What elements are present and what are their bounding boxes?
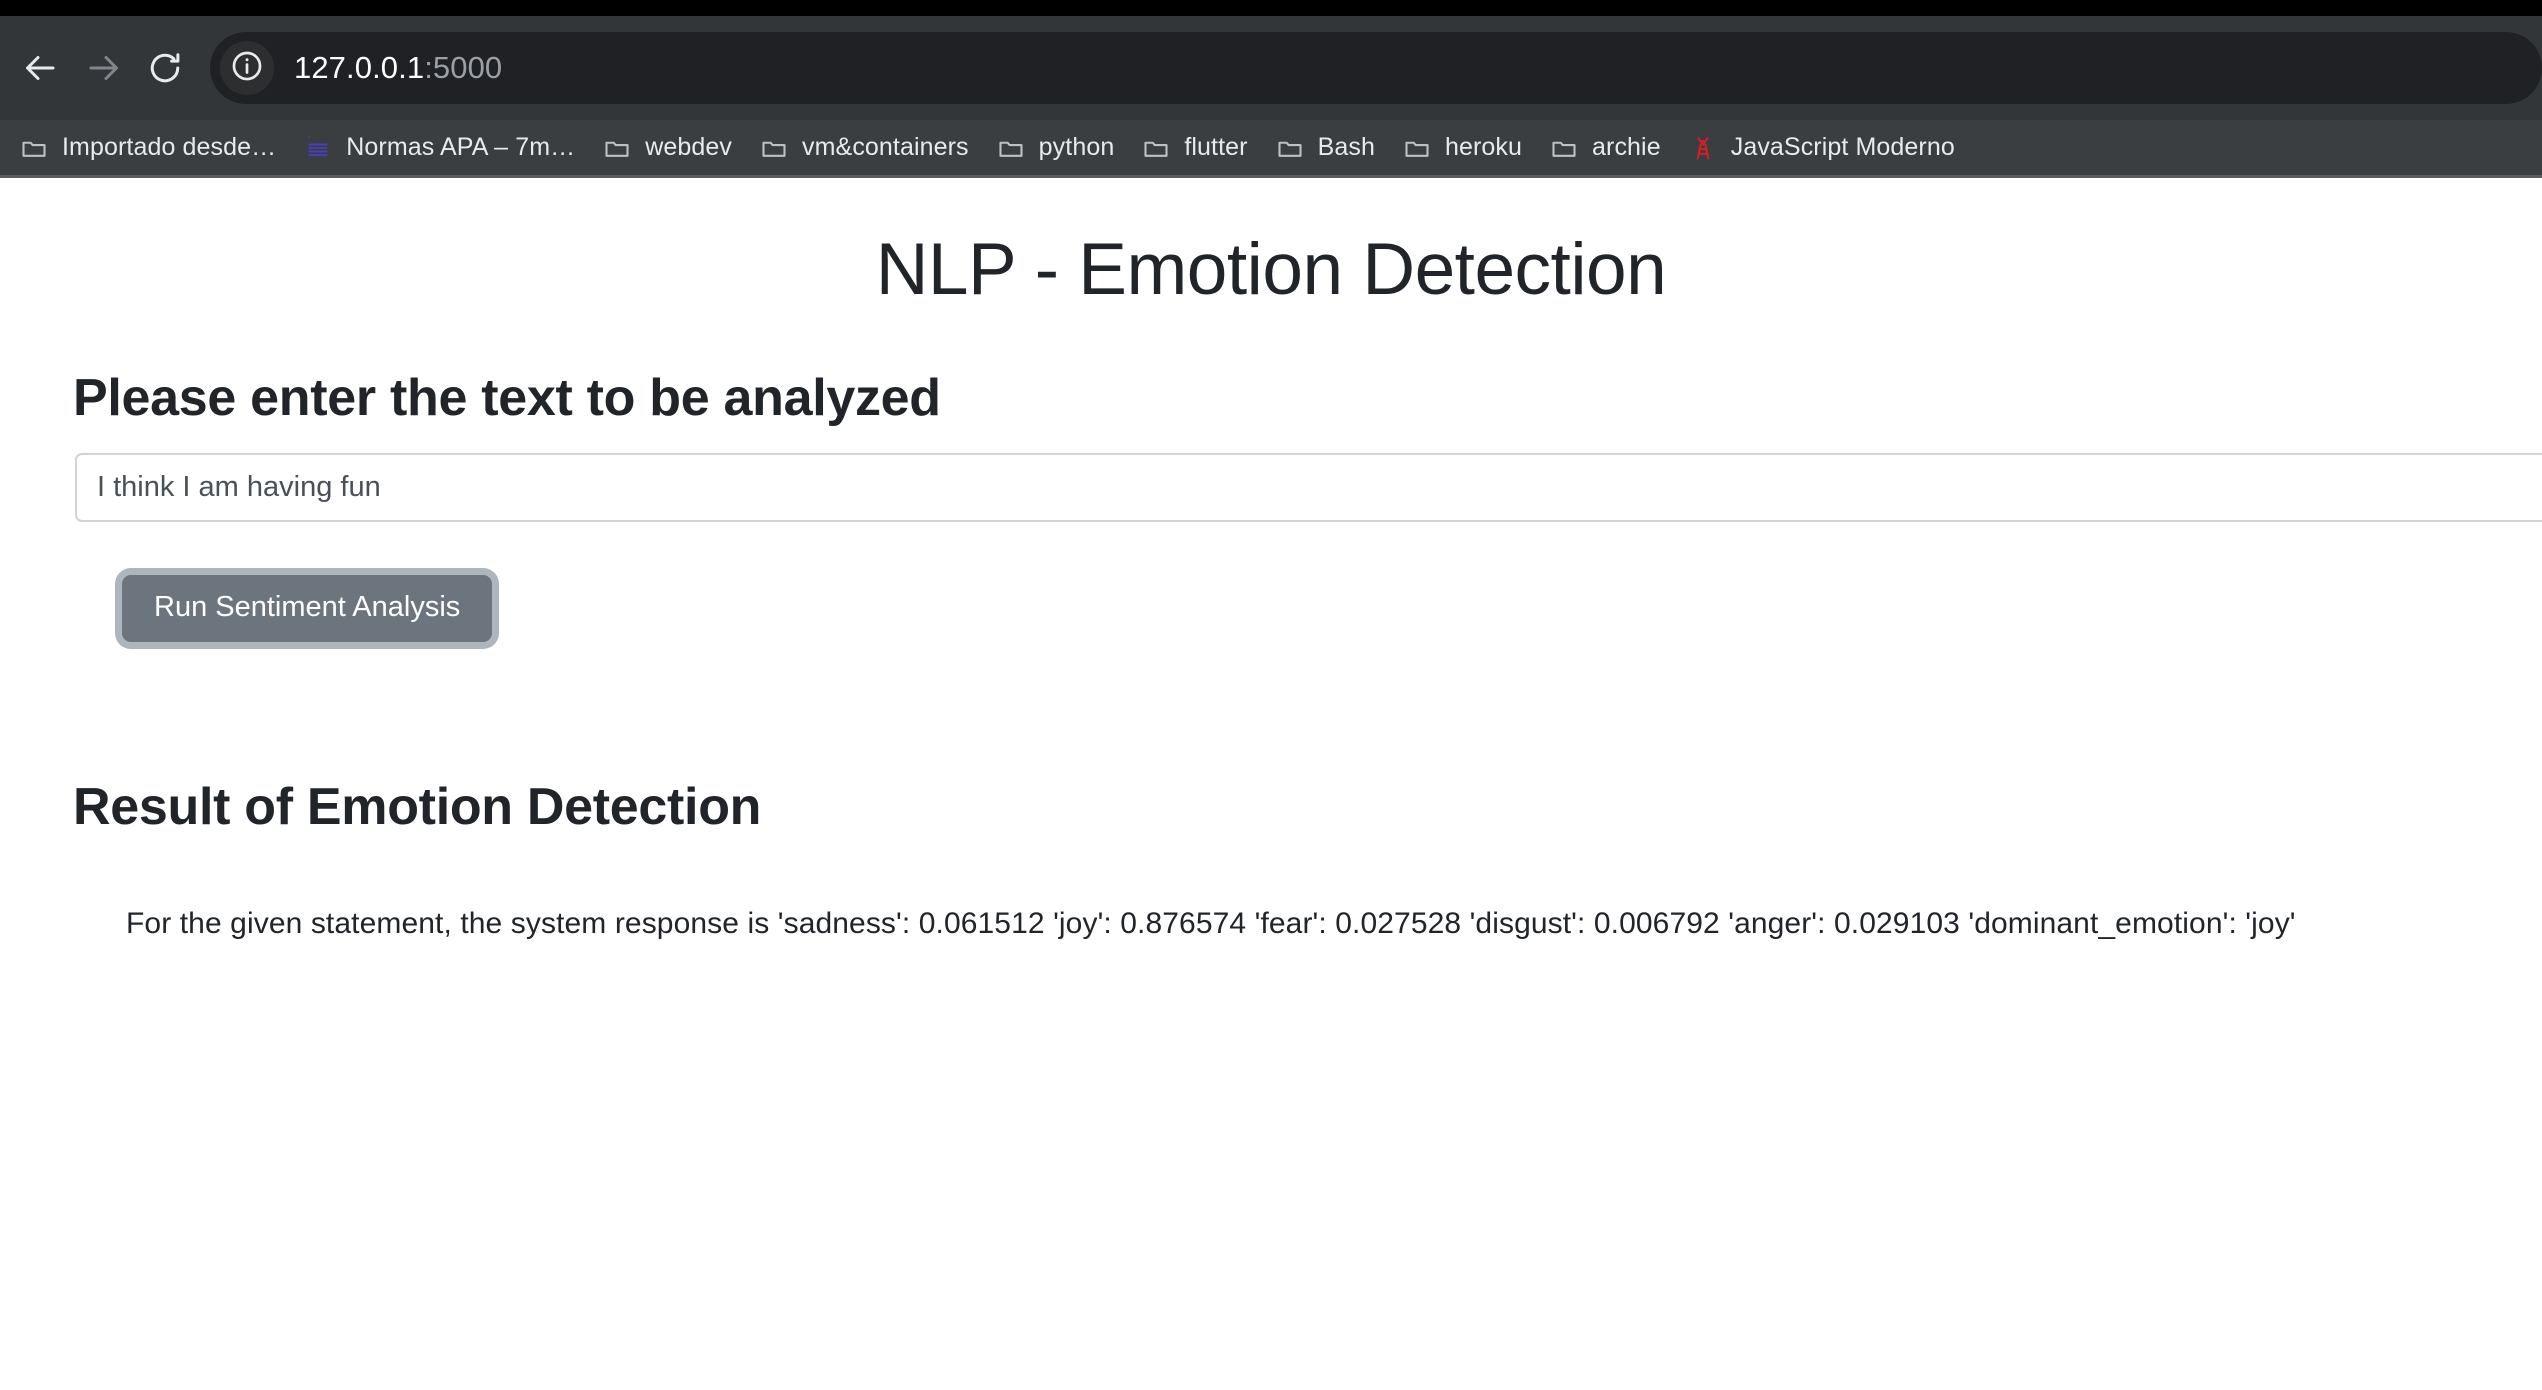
input-section-heading: Please enter the text to be analyzed: [73, 369, 941, 427]
bookmark-vm-containers[interactable]: vm&containers: [746, 125, 983, 171]
url-host: 127.0.0.1: [294, 50, 425, 85]
back-button[interactable]: [10, 37, 72, 99]
bookmark-label: python: [1038, 133, 1115, 161]
url-port: :5000: [424, 50, 503, 85]
browser-toolbar: 127.0.0.1:5000: [0, 16, 2542, 120]
browser-chrome: 127.0.0.1:5000 Importado desde… “ ” Norm…: [0, 0, 2542, 178]
folder-icon: [1550, 134, 1578, 162]
result-section-heading: Result of Emotion Detection: [73, 778, 762, 836]
run-button-container: Run Sentiment Analysis: [0, 522, 2542, 642]
red-tower-icon: [1689, 134, 1717, 162]
bookmark-label: Normas APA – 7m…: [346, 133, 576, 161]
folder-icon: [1142, 134, 1170, 162]
page-title: NLP - Emotion Detection: [875, 229, 1667, 310]
back-arrow-icon: [23, 50, 59, 86]
bookmark-label: archie: [1592, 133, 1661, 161]
bookmark-label: webdev: [645, 133, 733, 161]
site-info-button[interactable]: [220, 41, 274, 95]
bookmark-label: Importado desde…: [62, 133, 277, 161]
info-circle-icon: [230, 49, 264, 88]
tab-strip: [0, 0, 2542, 16]
folder-icon: [1403, 134, 1431, 162]
bookmark-javascript-moderno[interactable]: JavaScript Moderno: [1675, 125, 1969, 171]
reload-button[interactable]: [134, 37, 196, 99]
forward-button[interactable]: [72, 37, 134, 99]
bookmark-heroku[interactable]: heroku: [1389, 125, 1536, 171]
folder-icon: [1276, 134, 1304, 162]
bookmarks-bar: Importado desde… “ ” Normas APA – 7m… we…: [0, 120, 2542, 178]
result-text: For the given statement, the system resp…: [126, 907, 2296, 940]
bookmark-bash[interactable]: Bash: [1262, 125, 1389, 171]
text-to-analyze-input[interactable]: [75, 453, 2542, 522]
folder-icon: [997, 134, 1025, 162]
page-content: NLP - Emotion Detection Please enter the…: [0, 178, 2542, 1390]
folder-icon: [603, 134, 631, 162]
bookmark-python[interactable]: python: [983, 125, 1129, 171]
bookmark-label: JavaScript Moderno: [1730, 133, 1955, 161]
bookmark-importado-desde[interactable]: Importado desde…: [6, 125, 290, 171]
bookmark-label: Bash: [1317, 133, 1375, 161]
bookmark-normas-apa[interactable]: “ ” Normas APA – 7m…: [290, 125, 589, 171]
url-text: 127.0.0.1:5000: [294, 50, 502, 86]
run-sentiment-analysis-button[interactable]: Run Sentiment Analysis: [122, 575, 493, 642]
svg-text:“: “: [308, 135, 311, 144]
folder-icon: [20, 134, 48, 162]
bookmark-flutter[interactable]: flutter: [1128, 125, 1261, 171]
svg-text:”: ”: [323, 153, 326, 161]
reload-icon: [147, 50, 183, 86]
bookmark-webdev[interactable]: webdev: [589, 125, 746, 171]
bookmark-label: flutter: [1184, 133, 1248, 161]
quote-lines-icon: “ ”: [304, 134, 332, 162]
bookmark-label: heroku: [1444, 133, 1523, 161]
bookmark-archie[interactable]: archie: [1536, 125, 1675, 171]
bookmark-label: vm&containers: [802, 133, 969, 161]
forward-arrow-icon: [85, 50, 121, 86]
address-bar[interactable]: 127.0.0.1:5000: [210, 32, 2542, 104]
folder-icon: [760, 134, 788, 162]
